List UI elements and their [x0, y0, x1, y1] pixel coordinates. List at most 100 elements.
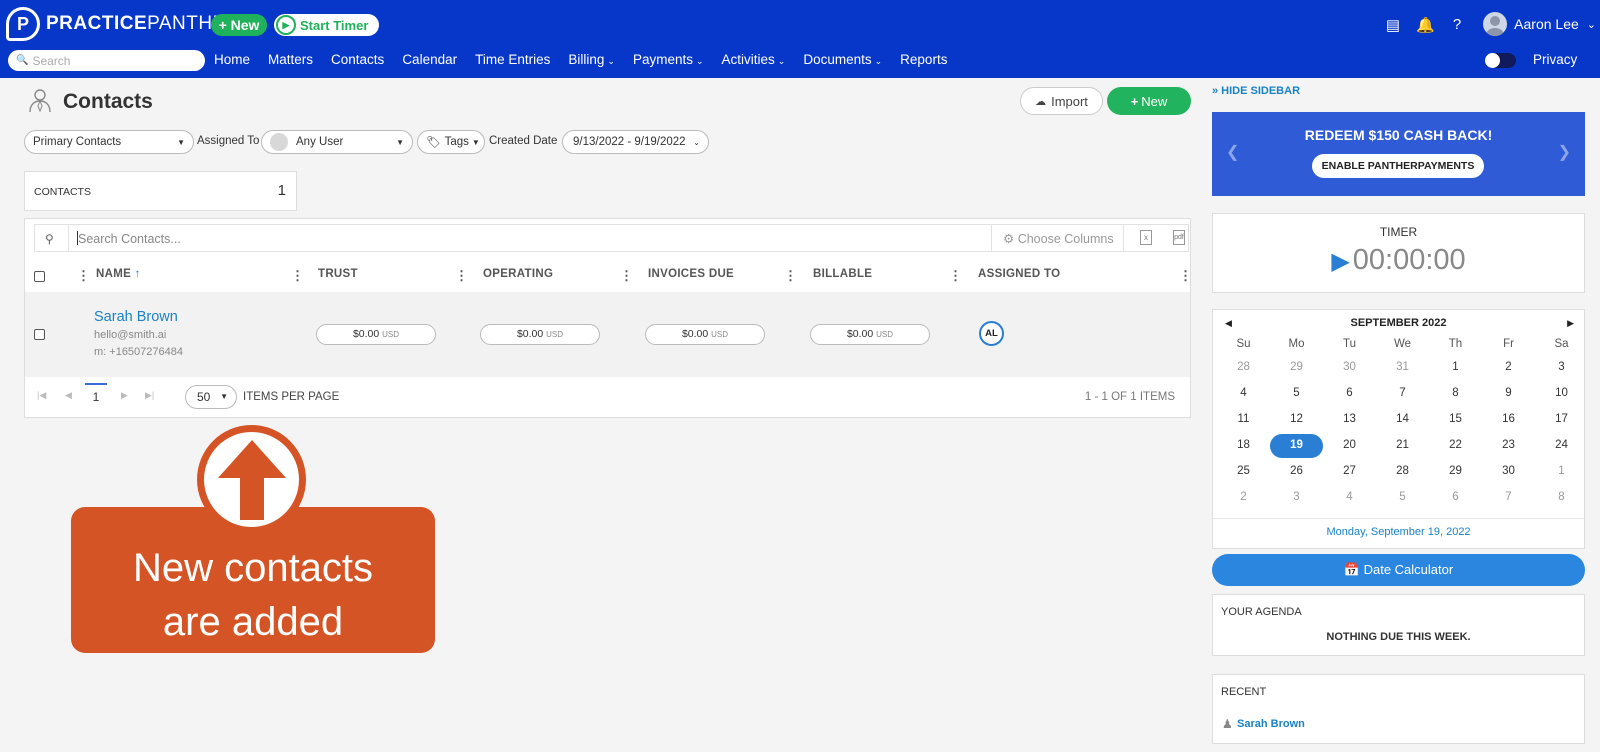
- tags-filter-button[interactable]: 🏷 Tags ▼: [417, 130, 485, 154]
- calendar-day[interactable]: 6: [1323, 387, 1376, 399]
- calendar-day[interactable]: 18: [1217, 439, 1270, 451]
- import-button[interactable]: ☁ Import: [1020, 87, 1103, 115]
- last-page-icon[interactable]: ▶|: [145, 390, 154, 401]
- new-contact-button[interactable]: + New: [1107, 87, 1191, 115]
- calendar-day[interactable]: 31: [1376, 361, 1429, 373]
- hide-sidebar-link[interactable]: » HIDE SIDEBAR: [1212, 85, 1300, 97]
- calendar-day[interactable]: 5: [1270, 387, 1323, 399]
- calendar-day[interactable]: 3: [1270, 491, 1323, 503]
- calendar-day[interactable]: 1: [1535, 465, 1588, 477]
- calendar-day[interactable]: 13: [1323, 413, 1376, 425]
- nav-item-time-entries[interactable]: Time Entries: [475, 52, 550, 67]
- column-header-trust[interactable]: TRUST: [318, 268, 358, 280]
- calendar-day[interactable]: 10: [1535, 387, 1588, 399]
- export-pdf-icon[interactable]: pdf: [1173, 230, 1185, 245]
- column-header-billable[interactable]: BILLABLE: [813, 268, 872, 280]
- enable-pantherpayments-button[interactable]: ENABLE PANTHERPAYMENTS: [1312, 154, 1484, 178]
- calendar-day[interactable]: 15: [1429, 413, 1482, 425]
- calendar-selected-date[interactable]: Monday, September 19, 2022: [1213, 526, 1584, 538]
- prev-page-icon[interactable]: ◀: [65, 390, 72, 401]
- first-page-icon[interactable]: |◀: [37, 390, 46, 401]
- column-header-assigned-to[interactable]: ASSIGNED TO: [978, 268, 1060, 280]
- column-header-operating[interactable]: OPERATING: [483, 268, 553, 280]
- calendar-day[interactable]: 4: [1323, 491, 1376, 503]
- assigned-to-select[interactable]: Any User ▼: [261, 130, 413, 154]
- nav-item-activities[interactable]: Activities ⌄: [722, 52, 786, 67]
- contact-type-select[interactable]: Primary Contacts ▼: [24, 130, 194, 154]
- calendar-day[interactable]: 12: [1270, 413, 1323, 425]
- calendar-day[interactable]: 17: [1535, 413, 1588, 425]
- select-all-checkbox[interactable]: [34, 271, 45, 282]
- chat-icon[interactable]: ▤: [1384, 16, 1402, 34]
- calendar-day[interactable]: 29: [1429, 465, 1482, 477]
- created-date-range-picker[interactable]: 9/13/2022 - 9/19/2022 ⌄: [562, 130, 709, 154]
- calendar-day[interactable]: 7: [1482, 491, 1535, 503]
- choose-columns-button[interactable]: ⚙ Choose Columns: [1003, 231, 1114, 246]
- calendar-day[interactable]: 20: [1323, 439, 1376, 451]
- calendar-day[interactable]: 4: [1217, 387, 1270, 399]
- user-menu[interactable]: Aaron Lee ⌄: [1483, 12, 1596, 36]
- calendar-day[interactable]: 11: [1217, 413, 1270, 425]
- calendar-day[interactable]: 30: [1323, 361, 1376, 373]
- calendar-next-month-icon[interactable]: ▶: [1567, 318, 1574, 329]
- column-menu-icon[interactable]: ⋮: [949, 268, 962, 284]
- date-calculator-button[interactable]: 📅 Date Calculator: [1212, 554, 1585, 586]
- column-menu-icon[interactable]: ⋮: [620, 268, 633, 284]
- column-header-name[interactable]: NAME ↑: [96, 268, 141, 280]
- help-icon[interactable]: ?: [1448, 16, 1466, 34]
- calendar-day[interactable]: 28: [1217, 361, 1270, 373]
- nav-item-billing[interactable]: Billing ⌄: [568, 52, 615, 67]
- carousel-prev-icon[interactable]: ❮: [1226, 142, 1239, 162]
- calendar-day[interactable]: 19: [1270, 439, 1323, 451]
- current-page[interactable]: 1: [85, 383, 107, 407]
- calendar-day[interactable]: 2: [1217, 491, 1270, 503]
- calendar-day[interactable]: 26: [1270, 465, 1323, 477]
- nav-item-payments[interactable]: Payments ⌄: [633, 52, 704, 67]
- calendar-day[interactable]: 28: [1376, 465, 1429, 477]
- recent-contact-link[interactable]: Sarah Brown: [1237, 718, 1305, 730]
- calendar-day[interactable]: 14: [1376, 413, 1429, 425]
- row-checkbox[interactable]: [34, 329, 45, 340]
- assigned-user-badge[interactable]: AL: [979, 321, 1004, 346]
- nav-item-contacts[interactable]: Contacts: [331, 52, 384, 67]
- column-header-invoices-due[interactable]: INVOICES DUE: [648, 268, 734, 280]
- column-menu-icon[interactable]: ⋮: [291, 268, 304, 284]
- calendar-day[interactable]: 22: [1429, 439, 1482, 451]
- items-per-page-select[interactable]: 50 ▼: [185, 385, 237, 409]
- privacy-toggle[interactable]: [1485, 53, 1516, 68]
- contact-name-link[interactable]: Sarah Brown: [94, 309, 178, 325]
- calendar-day[interactable]: 2: [1482, 361, 1535, 373]
- nav-item-reports[interactable]: Reports: [900, 52, 947, 67]
- calendar-day[interactable]: 21: [1376, 439, 1429, 451]
- nav-item-documents[interactable]: Documents ⌄: [803, 52, 882, 67]
- calendar-day[interactable]: 24: [1535, 439, 1588, 451]
- column-menu-icon[interactable]: ⋮: [1179, 268, 1192, 284]
- calendar-day[interactable]: 8: [1535, 491, 1588, 503]
- column-menu-icon[interactable]: ⋮: [77, 268, 90, 284]
- column-menu-icon[interactable]: ⋮: [455, 268, 468, 284]
- calendar-day[interactable]: 29: [1270, 361, 1323, 373]
- calendar-day[interactable]: 7: [1376, 387, 1429, 399]
- global-search-input[interactable]: 🔍 Search: [8, 50, 205, 71]
- nav-item-home[interactable]: Home: [214, 52, 250, 67]
- carousel-next-icon[interactable]: ❯: [1558, 142, 1571, 162]
- notification-bell-icon[interactable]: 🔔: [1416, 16, 1435, 34]
- nav-item-calendar[interactable]: Calendar: [402, 52, 457, 67]
- calendar-day[interactable]: 25: [1217, 465, 1270, 477]
- next-page-icon[interactable]: ▶: [121, 390, 128, 401]
- timer-display[interactable]: ▶ 00:00:00: [1213, 244, 1584, 277]
- calendar-day[interactable]: 9: [1482, 387, 1535, 399]
- start-timer-button[interactable]: ▶ Start Timer: [274, 14, 379, 36]
- calendar-day[interactable]: 30: [1482, 465, 1535, 477]
- calendar-day[interactable]: 3: [1535, 361, 1588, 373]
- nav-item-matters[interactable]: Matters: [268, 52, 313, 67]
- play-icon[interactable]: ▶: [1331, 248, 1349, 275]
- contacts-search-input[interactable]: Search Contacts...: [77, 231, 181, 246]
- column-menu-icon[interactable]: ⋮: [784, 268, 797, 284]
- calendar-day[interactable]: 27: [1323, 465, 1376, 477]
- export-excel-icon[interactable]: x: [1140, 230, 1152, 245]
- calendar-day[interactable]: 1: [1429, 361, 1482, 373]
- table-row[interactable]: Sarah Brown hello@smith.ai m: +165072764…: [25, 292, 1190, 377]
- calendar-day[interactable]: 16: [1482, 413, 1535, 425]
- calendar-day[interactable]: 6: [1429, 491, 1482, 503]
